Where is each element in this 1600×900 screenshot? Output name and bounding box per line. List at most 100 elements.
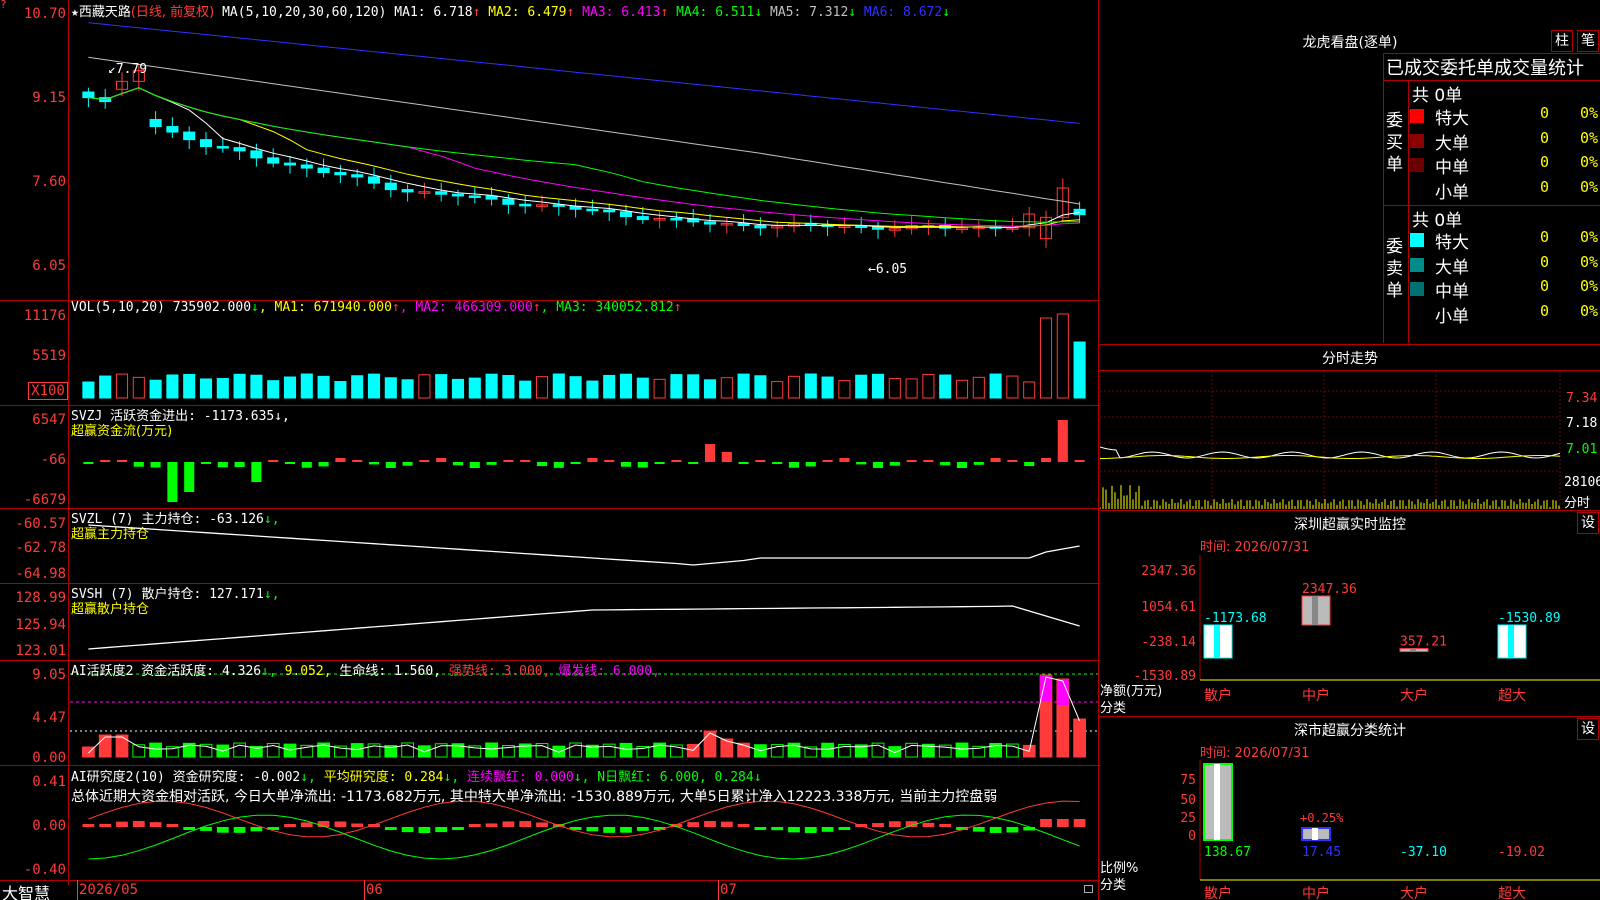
monitor-chart[interactable]: 2347.36 1054.61 -238.14 -1530.89 -1173.68 散户 2… (1100, 555, 1600, 705)
svzj-bar (200, 462, 212, 464)
vol-ma-arrow: ↑ (673, 300, 682, 315)
candle-body (670, 217, 683, 221)
row-label: 特大 (1435, 109, 1469, 129)
fs-axis: 7.34 (1566, 391, 1598, 406)
candle-body (435, 191, 448, 195)
monitor-axis-label: 1054.61 (1141, 600, 1196, 615)
svzj-bar (940, 462, 951, 466)
candle-body (183, 131, 196, 141)
monitor-category: 散户 (1204, 687, 1232, 704)
class-bars: 75 50 25 0 138.67 散户 17.45 中户 -37.10 大户 -19.02 超大 +0… (1180, 760, 1600, 900)
ma5-line (88, 56, 1080, 205)
svzj-bar (83, 462, 94, 464)
vol-unit-button[interactable]: X100 (28, 382, 68, 400)
vol-pane-title: VOL(5,10,20) 735902.000↓, MA1: 671940.00… (71, 300, 682, 315)
ai-research-bar (250, 827, 263, 832)
svsh-subtitle: 超赢散户持仓 (71, 602, 150, 617)
row-label: 大单 (1435, 257, 1469, 278)
monitor-bars: 2347.36 1054.61 -238.14 -1530.89 -1173.68 散户 2… (1133, 555, 1600, 704)
svzj-bar (234, 462, 245, 468)
svzj-bar (1024, 462, 1035, 467)
fs-chart[interactable] (1100, 371, 1600, 511)
volume-bar (468, 377, 481, 399)
svzj-bar (1057, 420, 1068, 462)
volume-bar (250, 374, 263, 399)
ai-active-bar (821, 742, 834, 758)
svzj-subtitle: 超赢资金流(万元) (71, 424, 173, 439)
volume-bar (418, 374, 431, 399)
ai-active-line (88, 676, 1081, 754)
ai-research-pane-title: AI研究度2(10) 资金研究度: -0.002↓, 平均研究度: 0.284↓… (71, 770, 762, 785)
candle-body (485, 195, 498, 200)
row-count: 0 (1540, 177, 1550, 196)
vol-ma-value: , MA3: 340052.812 (540, 300, 674, 315)
row-label: 中单 (1435, 158, 1469, 178)
vol-ma-value: , MA1: 671940.000 (258, 300, 392, 315)
svzj-bar (167, 462, 178, 502)
ai-research-bar (720, 821, 733, 827)
svsh-polyline (88, 605, 1080, 650)
stock-name[interactable]: 西藏天路 (79, 5, 131, 20)
lhb-divider (1408, 80, 1409, 343)
color-swatch (1410, 133, 1424, 148)
monitor-bar-value: 357.21 (1400, 635, 1447, 650)
bar-view-button[interactable]: 柱 (1551, 30, 1573, 52)
ma-arrow: ↓ (942, 5, 951, 20)
tick-view-button[interactable]: 笔 (1577, 30, 1599, 52)
ai-active-bar (149, 742, 162, 758)
ma-lines (88, 22, 1080, 229)
svzj-bar (1040, 458, 1052, 462)
class-chart[interactable]: 75 50 25 0 138.67 散户 17.45 中户 -37.10 大户 -19.02 超大 +0… (1100, 760, 1600, 900)
monitor-bar-value: 2347.36 (1302, 582, 1357, 597)
row-pct: 0% (1580, 128, 1599, 147)
volume-bar (955, 379, 969, 399)
ai-research-bar (804, 827, 817, 833)
ai-research-bar (300, 822, 313, 827)
buy-row: 中单 0 0% (1410, 153, 1600, 178)
volume-bar (132, 376, 145, 399)
brand-logo[interactable]: 大智慧 (2, 880, 50, 900)
date-label: 07 (720, 882, 737, 898)
ai-research-bar (1040, 819, 1052, 827)
candle-body (250, 150, 263, 159)
lhb-subtitle: 已成交委托单成交量统计 (1386, 58, 1584, 79)
svsh-axis-label: 125.94 (15, 617, 66, 633)
date-tick (77, 880, 78, 900)
volume-bar (1056, 313, 1069, 399)
ai-research-bar (872, 823, 884, 827)
class-settings-button[interactable]: 设 (1577, 718, 1599, 740)
vol-axis-label: 11176 (23, 308, 66, 324)
monitor-settings-button[interactable]: 设 (1577, 512, 1599, 534)
ma1-line (88, 87, 1080, 229)
svzj-bar (301, 462, 312, 468)
ma-values: MA1: 6.718↑ MA2: 6.479↑ MA3: 6.413↑ MA4:… (394, 5, 950, 20)
svzj-bar (368, 462, 380, 465)
row-count: 0 (1540, 252, 1550, 271)
volume-bar (703, 379, 717, 399)
volume-bar (855, 374, 868, 399)
volume-bar (670, 374, 683, 399)
monitor-xlabel: 分类 (1100, 701, 1127, 716)
volume-bar (821, 376, 834, 399)
panel-divider (1100, 510, 1600, 511)
svzj-bar (587, 458, 598, 462)
svzj-axis-label: -6679 (23, 492, 66, 508)
class-time: 时间: 2026/07/31 (1200, 746, 1310, 761)
volume-bar (787, 375, 801, 399)
ai-active-bar (98, 734, 112, 758)
ai-active-pane-title: AI活跃度2 资金活跃度: 4.326↓, 9.052, 生命线: 1.560,… (71, 664, 660, 679)
volume-bar (149, 379, 162, 399)
high-mark: ↙7.79 (108, 62, 148, 77)
ai-research-bar (435, 827, 448, 833)
row-count: 0 (1540, 301, 1550, 320)
class-axis-label: 0 (1188, 829, 1196, 844)
svzj-bar (486, 462, 497, 465)
ai-research-axis-label: 0.00 (32, 818, 66, 834)
svzj-bar (116, 460, 128, 462)
class-bar-shade (1312, 828, 1318, 840)
lock-icon[interactable] (1084, 885, 1093, 893)
volume-bar (401, 379, 414, 399)
ma-arrow: ↓ (848, 5, 857, 20)
adjust-mode[interactable]: (日线, 前复权) (131, 5, 214, 20)
volume-bar (619, 373, 633, 399)
